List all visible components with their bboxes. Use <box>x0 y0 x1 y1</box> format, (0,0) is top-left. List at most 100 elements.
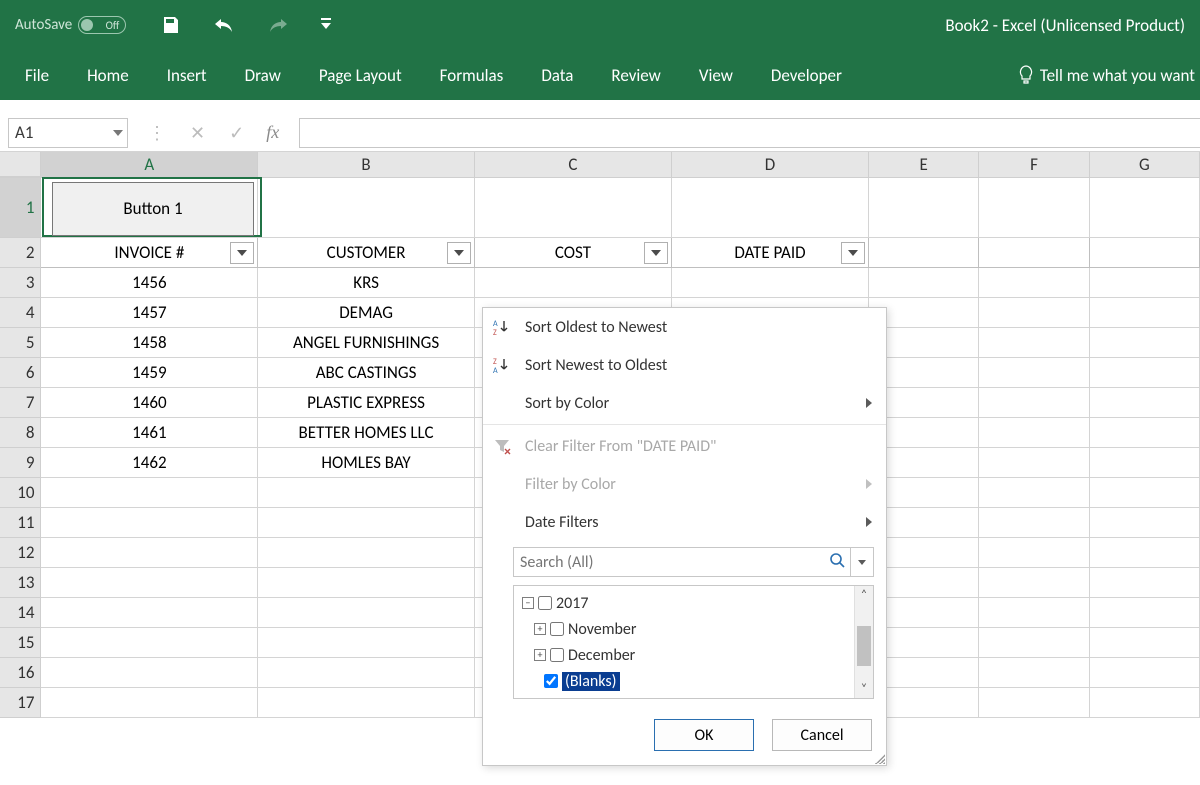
tab-page-layout[interactable]: Page Layout <box>319 65 402 86</box>
row-header-16[interactable]: 16 <box>0 658 41 688</box>
autosave-toggle[interactable]: Off <box>78 16 126 34</box>
col-header-c[interactable]: C <box>475 152 672 177</box>
chevron-down-icon[interactable] <box>113 130 123 136</box>
enter-entry-icon[interactable]: ✓ <box>229 122 244 144</box>
tab-developer[interactable]: Developer <box>771 65 842 86</box>
button-1-shape[interactable]: Button 1 <box>52 182 254 236</box>
cell-b4[interactable]: DEMAG <box>258 298 475 328</box>
undo-icon[interactable] <box>213 15 235 35</box>
filter-button-cost[interactable] <box>644 242 668 264</box>
row-header-6[interactable]: 6 <box>0 358 41 388</box>
col-header-e[interactable]: E <box>869 152 979 177</box>
row-header-17[interactable]: 17 <box>0 688 41 718</box>
checkbox-2017[interactable] <box>538 596 552 610</box>
cell-b7[interactable]: PLASTIC EXPRESS <box>258 388 475 418</box>
cell-a2[interactable]: INVOICE # <box>41 238 258 268</box>
redo-icon[interactable] <box>267 15 289 35</box>
tree-scrollbar[interactable]: ˄ ˅ <box>854 586 873 698</box>
cell-g7[interactable] <box>1090 388 1200 418</box>
cell-b8[interactable]: BETTER HOMES LLC <box>258 418 475 448</box>
cell-d3[interactable] <box>672 268 869 298</box>
qat-customize-icon[interactable] <box>321 18 331 32</box>
col-header-g[interactable]: G <box>1090 152 1200 177</box>
cell-g6[interactable] <box>1090 358 1200 388</box>
cell-g3[interactable] <box>1090 268 1200 298</box>
tab-view[interactable]: View <box>699 65 733 86</box>
tab-home[interactable]: Home <box>87 65 129 86</box>
row-header-1[interactable]: 1 <box>0 178 41 238</box>
cell-e1[interactable] <box>869 178 979 238</box>
tab-review[interactable]: Review <box>611 65 660 86</box>
tab-data[interactable]: Data <box>541 65 573 86</box>
scroll-down-icon[interactable]: ˅ <box>855 682 873 696</box>
checkbox-blanks[interactable] <box>544 674 558 688</box>
cell-a8[interactable]: 1461 <box>41 418 258 448</box>
col-header-f[interactable]: F <box>979 152 1089 177</box>
cell-c1[interactable] <box>475 178 672 238</box>
cell-e3[interactable] <box>869 268 979 298</box>
filter-button-invoice[interactable] <box>230 242 254 264</box>
cell-g9[interactable] <box>1090 448 1200 478</box>
row-header-12[interactable]: 12 <box>0 538 41 568</box>
checkbox-november[interactable] <box>550 622 564 636</box>
tab-formulas[interactable]: Formulas <box>440 65 504 86</box>
filter-search[interactable] <box>513 547 874 577</box>
col-header-b[interactable]: B <box>258 152 475 177</box>
cell-c2[interactable]: COST <box>475 238 672 268</box>
cell-f5[interactable] <box>979 328 1089 358</box>
cell-b6[interactable]: ABC CASTINGS <box>258 358 475 388</box>
cell-g8[interactable] <box>1090 418 1200 448</box>
tree-blanks[interactable]: (Blanks) <box>518 668 850 694</box>
select-all-corner[interactable] <box>0 152 41 177</box>
autosave-indicator[interactable]: AutoSave Off <box>15 16 126 34</box>
cell-f2[interactable] <box>979 238 1089 268</box>
cell-b5[interactable]: ANGEL FURNISHINGS <box>258 328 475 358</box>
col-header-d[interactable]: D <box>672 152 869 177</box>
cell-b9[interactable]: HOMLES BAY <box>258 448 475 478</box>
search-dropdown[interactable] <box>850 548 873 576</box>
tree-year-2017[interactable]: − 2017 <box>518 590 850 616</box>
filter-cancel-button[interactable]: Cancel <box>772 719 872 751</box>
cell-d1[interactable] <box>672 178 869 238</box>
cell-f8[interactable] <box>979 418 1089 448</box>
cell-b1[interactable] <box>258 178 475 238</box>
scroll-up-icon[interactable]: ˄ <box>855 588 873 602</box>
date-filters[interactable]: Date Filters <box>483 503 886 541</box>
cell-a7[interactable]: 1460 <box>41 388 258 418</box>
search-icon[interactable] <box>824 552 850 573</box>
cell-g1[interactable] <box>1090 178 1200 238</box>
filter-button-date-paid[interactable] <box>841 242 865 264</box>
tab-draw[interactable]: Draw <box>245 65 281 86</box>
cell-a3[interactable]: 1456 <box>41 268 258 298</box>
formula-input[interactable] <box>299 118 1200 148</box>
cell-a9[interactable]: 1462 <box>41 448 258 478</box>
cell-b3[interactable]: KRS <box>258 268 475 298</box>
filter-search-input[interactable] <box>514 552 824 573</box>
cell-f6[interactable] <box>979 358 1089 388</box>
tree-month-december[interactable]: + December <box>518 642 850 668</box>
cell-f9[interactable] <box>979 448 1089 478</box>
filter-ok-button[interactable]: OK <box>654 719 754 751</box>
sort-oldest-newest[interactable]: A Z Sort Oldest to Newest <box>483 308 886 346</box>
cell-g5[interactable] <box>1090 328 1200 358</box>
row-header-4[interactable]: 4 <box>0 298 41 328</box>
fx-icon[interactable]: fx <box>266 122 279 143</box>
cell-f4[interactable] <box>979 298 1089 328</box>
row-header-8[interactable]: 8 <box>0 418 41 448</box>
row-header-13[interactable]: 13 <box>0 568 41 598</box>
row-header-3[interactable]: 3 <box>0 268 41 298</box>
collapse-icon[interactable]: − <box>522 597 534 609</box>
cell-f1[interactable] <box>979 178 1089 238</box>
cell-c3[interactable] <box>475 268 672 298</box>
save-icon[interactable] <box>161 15 181 35</box>
cell-a5[interactable]: 1458 <box>41 328 258 358</box>
sort-newest-oldest[interactable]: Z A Sort Newest to Oldest <box>483 346 886 384</box>
tab-insert[interactable]: Insert <box>167 65 207 86</box>
col-header-a[interactable]: A <box>41 152 258 177</box>
expand-icon[interactable]: + <box>534 649 546 661</box>
name-box[interactable]: A1 <box>8 118 128 148</box>
cell-f3[interactable] <box>979 268 1089 298</box>
tab-file[interactable]: File <box>25 65 49 86</box>
cell-b2[interactable]: CUSTOMER <box>258 238 475 268</box>
cell-g2[interactable] <box>1090 238 1200 268</box>
